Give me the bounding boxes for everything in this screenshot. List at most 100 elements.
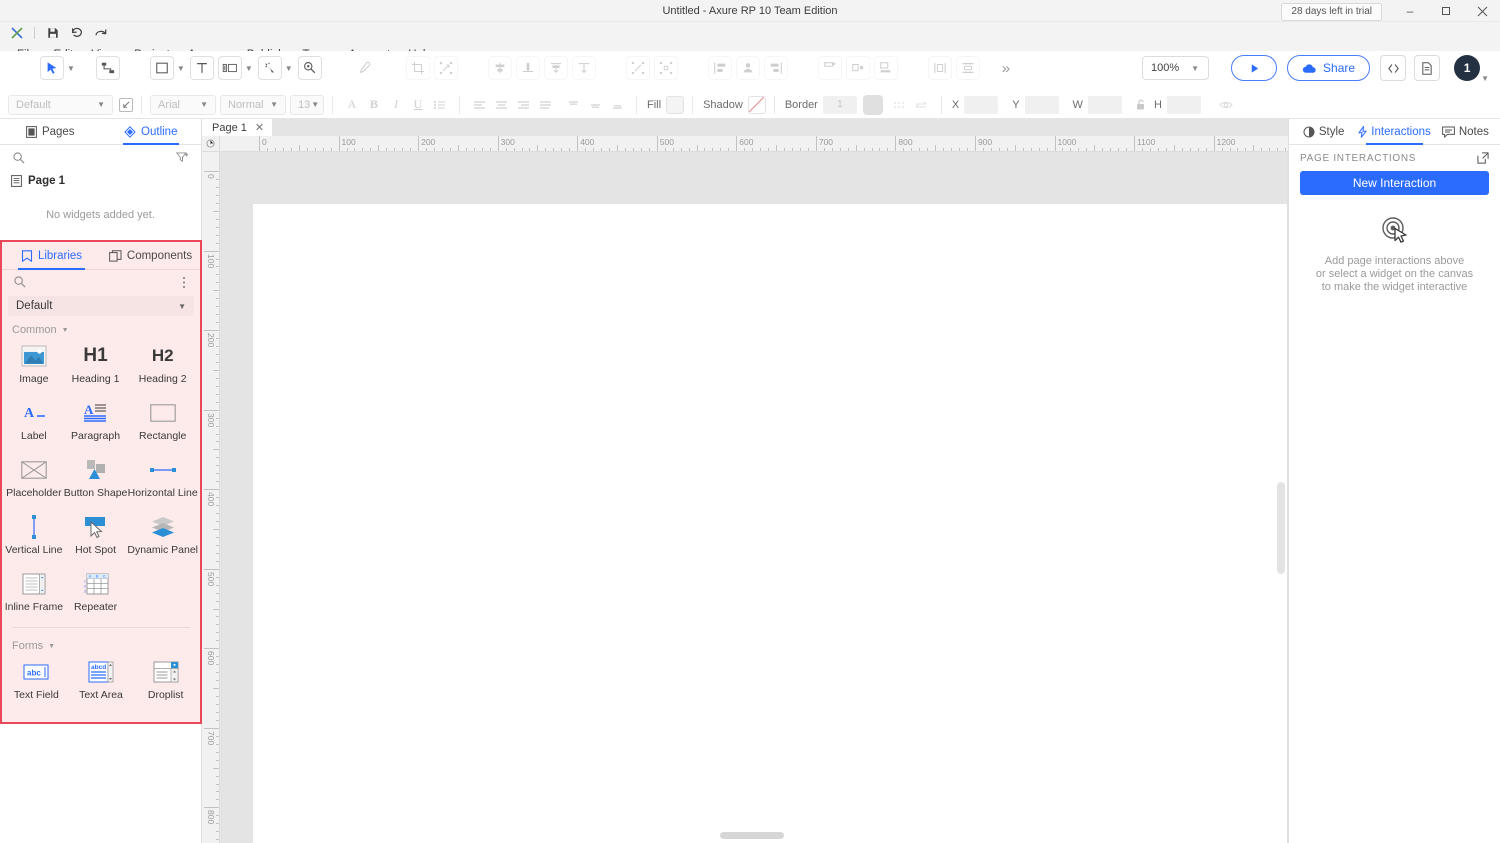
minimize-icon[interactable]: – — [1392, 0, 1428, 22]
widget-repeater[interactable]: ABC123 Repeater — [64, 566, 128, 623]
connector-tool[interactable] — [95, 56, 120, 80]
font-color-icon[interactable]: A — [341, 95, 363, 115]
horizontal-ruler[interactable]: 0 100 200 300 400 500 600 700 800 900 1000 1100 1200… — [220, 136, 1288, 152]
widget-vertical-line[interactable]: Vertical Line — [4, 509, 64, 566]
box-layout-tool[interactable] — [217, 56, 242, 80]
toolbar-more-button[interactable]: » — [1002, 60, 1010, 77]
w-input[interactable] — [1087, 95, 1122, 114]
code-view-button[interactable] — [1380, 55, 1407, 81]
bring-to-front-icon[interactable] — [735, 56, 760, 80]
avatar[interactable]: 1 — [1454, 55, 1481, 81]
close-icon[interactable] — [1464, 0, 1500, 22]
ruler-origin-icon[interactable] — [202, 136, 220, 152]
tab-notes[interactable]: Notes — [1431, 119, 1500, 145]
widget-partial-radio[interactable] — [69, 711, 134, 722]
redo-icon[interactable] — [91, 24, 111, 42]
lock-open-icon[interactable] — [1130, 95, 1152, 115]
vertical-ruler[interactable]: 0 100 200 300 400 500 600 700 800 — [202, 152, 220, 843]
undo-icon[interactable] — [67, 24, 87, 42]
align-right-icon[interactable] — [543, 56, 568, 80]
tab-outline[interactable]: Outline — [101, 119, 202, 145]
distribute-horizontal-icon[interactable] — [707, 56, 732, 80]
text-align-center-button[interactable] — [490, 95, 512, 115]
x-input[interactable] — [964, 95, 999, 114]
list-icon[interactable] — [429, 95, 451, 115]
widget-button-shape[interactable]: Button Shape — [64, 452, 127, 509]
search-icon[interactable] — [14, 276, 26, 288]
text-tool[interactable] — [189, 56, 214, 80]
more-options-icon[interactable] — [182, 276, 186, 289]
align-bottom-icon[interactable] — [873, 56, 898, 80]
tab-pages[interactable]: Pages — [0, 119, 101, 145]
font-family-select[interactable]: Arial ▼ — [150, 94, 216, 115]
library-select[interactable]: Default ▼ — [8, 296, 194, 316]
border-arrow-icon[interactable] — [911, 95, 933, 115]
widget-placeholder[interactable]: Placeholder — [4, 452, 64, 509]
rectangle-shape-tool[interactable] — [149, 56, 174, 80]
vertical-align-top-button[interactable] — [562, 95, 584, 115]
maximize-icon[interactable] — [1428, 0, 1464, 22]
align-center-icon[interactable] — [515, 56, 540, 80]
widget-heading-1[interactable]: H1 Heading 1 — [64, 338, 128, 395]
canvas-viewport[interactable] — [220, 152, 1288, 843]
distribute-vertical-icon[interactable] — [817, 56, 842, 80]
tab-style[interactable]: Style — [1289, 119, 1358, 145]
filter-icon[interactable] — [176, 152, 189, 164]
new-interaction-button[interactable]: New Interaction — [1300, 171, 1489, 195]
select-tool-chevron-down-icon[interactable]: ▼ — [67, 64, 75, 73]
pen-tool[interactable] — [297, 56, 322, 80]
widget-style-select[interactable]: Default ▼ — [8, 94, 113, 115]
align-middle-icon[interactable] — [845, 56, 870, 80]
preview-button[interactable] — [1231, 55, 1278, 81]
widget-droplist[interactable]: Droplist — [133, 654, 198, 711]
shape-tool-chevron-down-icon[interactable]: ▼ — [177, 64, 185, 73]
send-to-back-icon[interactable] — [763, 56, 788, 80]
widget-text-area[interactable]: abcd Text Area — [69, 654, 134, 711]
canvas-tab-page1[interactable]: Page 1 ✕ — [202, 119, 273, 136]
border-width-input[interactable]: 1 — [822, 95, 857, 114]
magic-tool-chevron-down-icon[interactable]: ▼ — [285, 64, 293, 73]
eyedropper-tool[interactable] — [351, 56, 376, 80]
crop-tool[interactable] — [405, 56, 430, 80]
vertical-align-middle-button[interactable] — [584, 95, 606, 115]
bold-button[interactable]: B — [363, 95, 385, 115]
fill-color-swatch[interactable] — [666, 95, 685, 114]
h-input[interactable] — [1166, 95, 1201, 114]
widget-rectangle[interactable]: Rectangle — [127, 395, 198, 452]
flip-vertical-icon[interactable] — [955, 56, 980, 80]
border-style-icon[interactable] — [889, 95, 911, 115]
zoom-level-select[interactable]: 100% ▼ — [1141, 56, 1210, 80]
share-button[interactable]: Share — [1287, 55, 1371, 81]
trial-badge[interactable]: 28 days left in trial — [1281, 3, 1382, 21]
style-picker-icon[interactable] — [119, 97, 133, 112]
y-input[interactable] — [1024, 95, 1059, 114]
text-align-right-button[interactable] — [512, 95, 534, 115]
group-icon[interactable] — [625, 56, 650, 80]
widget-image[interactable]: Image — [4, 338, 64, 395]
font-size-select[interactable]: 13 ▼ — [290, 94, 324, 115]
document-button[interactable] — [1414, 55, 1441, 81]
text-align-left-button[interactable] — [468, 95, 490, 115]
magic-select-tool[interactable] — [257, 56, 282, 80]
shadow-swatch[interactable] — [747, 95, 766, 114]
outline-tree-item-page1[interactable]: Page 1 — [0, 171, 201, 191]
close-tab-icon[interactable]: ✕ — [255, 121, 264, 134]
align-left-icon[interactable] — [487, 56, 512, 80]
widget-inline-frame[interactable]: Inline Frame — [4, 566, 64, 623]
widget-partial-checkbox[interactable] — [4, 711, 69, 722]
open-external-icon[interactable] — [1477, 152, 1489, 164]
text-align-justify-button[interactable] — [534, 95, 556, 115]
tab-interactions[interactable]: Interactions — [1358, 119, 1431, 145]
widget-heading-2[interactable]: H2 Heading 2 — [127, 338, 198, 395]
font-weight-select[interactable]: Normal ▼ — [220, 94, 286, 115]
search-icon[interactable] — [13, 152, 25, 164]
widget-horizontal-line[interactable]: Horizontal Line — [127, 452, 198, 509]
italic-button[interactable]: I — [385, 95, 407, 115]
account-chevron-down-icon[interactable]: ▼ — [1481, 74, 1489, 83]
axure-logo-icon[interactable] — [8, 25, 26, 41]
widget-label[interactable]: A Label — [4, 395, 64, 452]
canvas-page-surface[interactable] — [253, 204, 1288, 843]
library-group-forms[interactable]: Forms ▼ — [2, 632, 200, 654]
eye-icon[interactable] — [1215, 95, 1237, 115]
align-top-icon[interactable] — [571, 56, 596, 80]
